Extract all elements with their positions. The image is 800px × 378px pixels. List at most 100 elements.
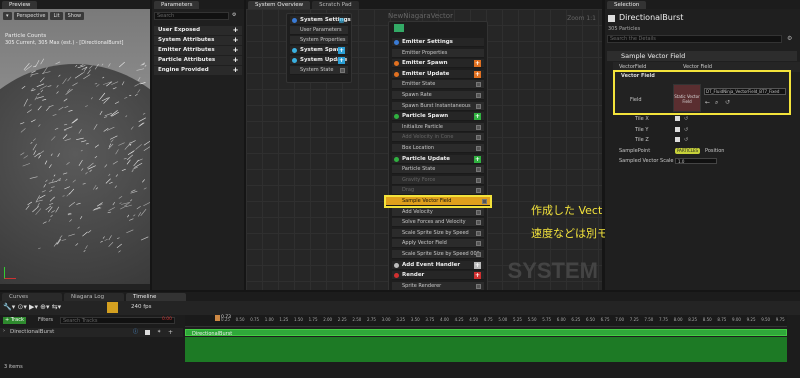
add-module-icon[interactable]: + [474,272,481,280]
emitter-node-item[interactable]: Initialize Particle [392,122,484,132]
add-module-icon[interactable]: + [338,57,345,64]
add-module-icon[interactable]: + [474,70,481,78]
emitter-node-item[interactable]: Box Location [392,144,484,153]
enable-checkbox[interactable] [476,146,481,151]
add-parameter-icon[interactable]: + [232,57,239,64]
emitter-node-item[interactable]: Particle Update + [392,154,484,164]
snap-button[interactable] [107,302,118,313]
system-node-item[interactable]: System Update + [290,56,348,65]
add-module-icon[interactable]: + [338,47,345,54]
field-thumbnail[interactable]: Static Vector Field [673,84,701,112]
enable-checkbox[interactable] [476,241,481,247]
emitter-node-item[interactable]: Scale Sprite Size by Speed 001 [392,250,484,259]
track-solo-icon[interactable]: ✶ [157,328,161,337]
enable-checkbox[interactable] [482,199,487,204]
expand-track-icon[interactable]: › [3,328,5,334]
viewport[interactable]: ▾ Perspective Lit Show Particle Counts 3… [0,9,150,284]
emitter-node-item[interactable]: Scale Sprite Size by Speed [392,228,484,238]
filters-button[interactable]: Filters [38,317,53,324]
show-button[interactable]: Show [64,12,85,20]
system-node-item[interactable]: System Spawn + [290,46,348,55]
emitter-node-item[interactable]: Sprite Renderer [392,281,484,290]
reset-icon[interactable]: ↺ [684,135,688,145]
tile-checkbox[interactable] [675,137,680,142]
emitter-node-item[interactable]: Add Velocity [392,207,484,217]
emitter-node-item[interactable]: Spawn Rate [392,91,484,100]
vectorfield-header[interactable]: Vector Field [621,73,655,79]
emitter-node-item[interactable]: Spawn Burst Instantaneous [392,101,484,111]
parameter-section[interactable]: Emitter Attributes + [154,46,242,55]
enable-checkbox[interactable] [476,188,481,194]
emitter-node-item[interactable]: Apply Vector Field [392,239,484,249]
enable-checkbox[interactable] [476,135,481,141]
emitter-node-item[interactable]: Emitter Properties [392,48,484,58]
details-settings-icon[interactable]: ⚙ [787,35,792,42]
enable-checkbox[interactable] [476,220,481,226]
add-track-button[interactable]: + Track [3,317,26,324]
tab-curves[interactable]: Curves [2,293,62,301]
enable-checkbox[interactable] [476,167,481,173]
tab-niagara-log[interactable]: Niagara Log [64,293,124,301]
scale-input[interactable]: 1.0 [675,158,717,164]
enable-checkbox[interactable] [340,68,345,73]
enable-checkbox[interactable] [476,252,481,257]
parameters-search-input[interactable]: Search [154,12,229,20]
tile-checkbox[interactable] [675,116,680,121]
parameter-section[interactable]: System Attributes + [154,36,242,45]
emitter-node-item[interactable]: Render + [392,271,484,281]
graph-canvas[interactable]: NewNiagaraVector Zoom 1:1 SYSTEM System … [246,9,602,290]
parameters-add-button[interactable]: ⚙ [232,12,240,20]
tab-timeline[interactable]: Timeline [126,293,186,301]
emitter-node-item[interactable]: Drag [392,186,484,196]
emitter-node-item[interactable]: Emitter Spawn + [392,59,484,69]
parameter-section[interactable]: User Exposed + [154,26,242,35]
emitter-node-item[interactable]: Emitter Settings [392,38,484,47]
system-node-item[interactable]: System Properties [290,36,348,45]
add-module-icon[interactable]: + [474,155,481,163]
enable-checkbox[interactable] [476,82,481,88]
field-asset-dropdown[interactable]: DT_FluidNinja_VectorField_BT7_Fixed [704,88,786,95]
enable-checkbox[interactable] [476,230,481,236]
parameter-section[interactable]: Engine Provided + [154,66,242,75]
track-row[interactable]: › DirectionalBurst ⓘ ✶ + [0,328,183,337]
browse-icon[interactable]: ⌕ [715,99,718,107]
add-parameter-icon[interactable]: + [232,47,239,54]
enable-checkbox[interactable] [476,283,481,289]
reset-icon[interactable]: ↺ [725,99,730,106]
add-module-icon[interactable]: + [474,261,481,269]
track-clip[interactable]: DirectionalBurst [185,329,787,337]
enable-checkbox[interactable] [476,103,481,109]
system-node-item[interactable]: System Settings ▦ [290,16,351,25]
emitter-node-item[interactable]: Add Event Handler + [392,260,484,270]
timeline-ruler[interactable]: 0.25 0.50 0.75 1.00 1.25 1.50 1.75 2.00 2.25 2.50… [185,315,787,327]
add-module-icon[interactable]: + [474,60,481,68]
viewport-menu-button[interactable]: ▾ [3,12,12,20]
reset-icon[interactable]: ↺ [684,125,688,135]
add-parameter-icon[interactable]: + [232,37,239,44]
tab-selection[interactable]: Selection [607,1,647,9]
playhead[interactable] [215,315,220,321]
emitter-node-item[interactable]: Gravity Force [392,175,484,185]
enable-checkbox[interactable] [476,93,481,98]
samplepoint-value[interactable]: Position [705,146,724,156]
emitter-node-item[interactable]: Particle State [392,165,484,175]
lit-button[interactable]: Lit [50,12,63,20]
track-info-icon[interactable]: ⓘ [133,328,138,337]
parameter-section[interactable]: Particle Attributes + [154,56,242,65]
add-module-icon[interactable]: + [474,113,481,121]
tab-system-overview[interactable]: System Overview [248,1,311,9]
enable-checkbox[interactable] [476,124,481,130]
add-parameter-icon[interactable]: + [232,67,239,74]
tab-scratch-pad[interactable]: Scratch Pad [312,1,359,9]
perspective-button[interactable]: Perspective [13,12,49,20]
track-enabled-checkbox[interactable] [145,330,150,335]
module-header[interactable]: Sample Vector Field [607,51,797,61]
emitter-node-item[interactable]: Emitter State [392,80,484,90]
fps-dropdown[interactable]: 240 fps [131,304,152,310]
details-search-input[interactable]: Search the Details [607,35,782,43]
track-add-icon[interactable]: + [168,328,173,337]
tab-parameters[interactable]: Parameters [154,1,200,9]
tile-checkbox[interactable] [675,126,680,132]
sample-vector-field-item[interactable]: Sample Vector Field [384,195,492,208]
tab-preview[interactable]: Preview [2,1,38,9]
